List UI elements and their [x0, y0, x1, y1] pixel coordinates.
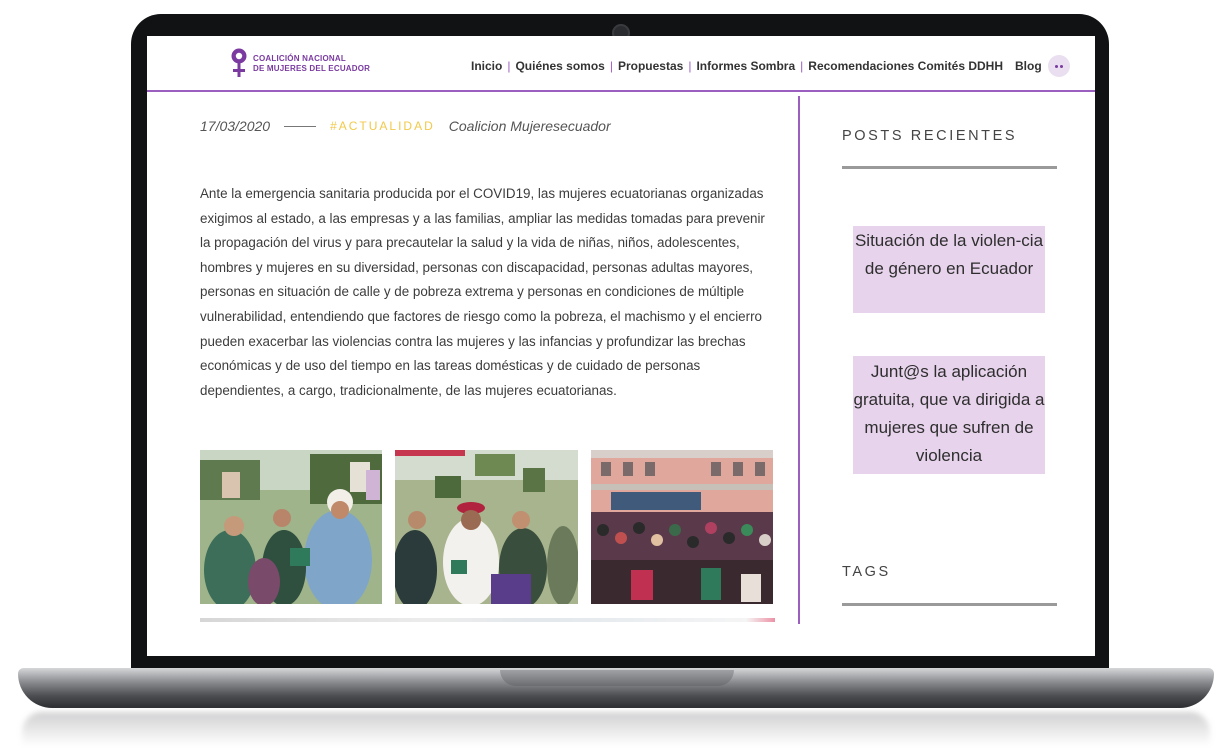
main-nav: Inicio | Quiénes somos | Propuestas | In…: [471, 55, 1070, 77]
site-logo[interactable]: COALICIÓN NACIONAL DE MUJERES DEL ECUADO…: [229, 47, 370, 81]
article-body: Ante la emergencia sanitaria producida p…: [200, 186, 765, 398]
recent-posts-heading: POSTS RECIENTES: [842, 128, 1018, 144]
nav-item-propuestas[interactable]: Propuestas: [618, 59, 683, 73]
photo-gallery: [200, 450, 775, 606]
nav-item-blog[interactable]: Blog: [1015, 59, 1042, 73]
nav-separator: |: [800, 59, 804, 73]
protest-photo-3[interactable]: [591, 450, 773, 604]
nav-separator: |: [688, 59, 692, 73]
logo-line-2: DE MUJERES DEL ECUADOR: [253, 64, 371, 73]
nav-item-quienes-somos[interactable]: Quiénes somos: [515, 59, 604, 73]
protest-photo-1[interactable]: [200, 450, 382, 604]
protest-photo-2[interactable]: [395, 450, 578, 604]
article-meta: 17/03/2020 #ACTUALIDAD Coalicion Mujeres…: [200, 118, 611, 134]
article-author[interactable]: Coalicion Mujeresecuador: [449, 118, 611, 134]
meta-divider: [284, 125, 317, 127]
recent-posts-underline: [842, 166, 1057, 169]
laptop-notch: [500, 670, 734, 686]
logo-text: COALICIÓN NACIONAL DE MUJERES DEL ECUADO…: [253, 54, 370, 74]
image-strip: [200, 618, 775, 622]
browser-screen: COALICIÓN NACIONAL DE MUJERES DEL ECUADO…: [147, 36, 1095, 656]
article-date: 17/03/2020: [200, 118, 271, 134]
column-divider: [798, 96, 800, 624]
nav-item-informes-sombra[interactable]: Informes Sombra: [696, 59, 795, 73]
tags-heading: TAGS: [842, 564, 891, 580]
venus-logo-icon: [231, 48, 247, 77]
more-dots-icon[interactable]: [1047, 55, 1070, 77]
tags-underline: [842, 603, 1057, 606]
nav-item-recomendaciones[interactable]: Recomendaciones Comités DDHH: [808, 59, 1003, 73]
site-header: COALICIÓN NACIONAL DE MUJERES DEL ECUADO…: [147, 36, 1095, 92]
nav-separator: |: [507, 59, 511, 73]
logo-line-1: COALICIÓN NACIONAL: [253, 54, 346, 63]
recent-post-card-2[interactable]: Junt@s la aplicación gratuita, que va di…: [853, 356, 1045, 474]
recent-post-card-1[interactable]: Situación de la violen-cia de género en …: [853, 226, 1045, 313]
article-tag[interactable]: #ACTUALIDAD: [330, 119, 435, 133]
nav-item-inicio[interactable]: Inicio: [471, 59, 502, 73]
nav-separator: |: [609, 59, 613, 73]
laptop-reflection: [22, 712, 1210, 746]
